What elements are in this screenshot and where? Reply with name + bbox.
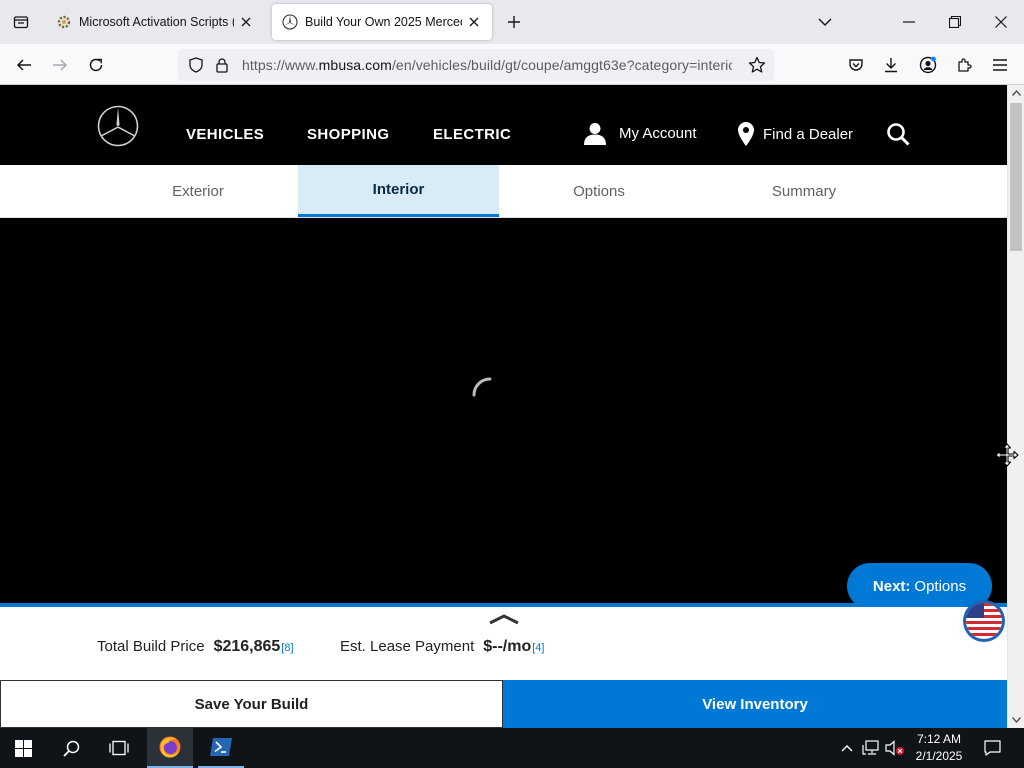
total-price-label: Total Build Price xyxy=(97,638,205,655)
user-icon xyxy=(584,123,606,145)
next-prefix: Next: xyxy=(872,577,911,595)
price-summary-bar: Total Build Price $216,865 [8] Est. Leas… xyxy=(0,603,1007,680)
lease-footnote[interactable]: [4] xyxy=(532,642,544,654)
back-arrow-icon[interactable] xyxy=(9,50,39,80)
clock-date: 2/1/2025 xyxy=(915,749,963,763)
tab-title: Build Your Own 2025 Mercedes-AMG GT xyxy=(305,15,462,29)
lease-value: $--/mo xyxy=(483,638,532,655)
close-window-icon[interactable] xyxy=(978,0,1024,44)
system-clock[interactable]: 7:12 AM 2/1/2025 xyxy=(906,731,972,765)
network-icon[interactable] xyxy=(860,728,882,768)
configurator-tabs: Exterior Interior Options Summary xyxy=(0,165,1007,218)
close-tab-icon[interactable] xyxy=(238,14,254,30)
firefox-taskbar-icon[interactable] xyxy=(147,728,193,768)
site-header: VEHICLES SHOPPING ELECTRIC My Account Fi… xyxy=(0,85,1007,165)
volume-muted-icon[interactable] xyxy=(883,728,907,768)
scroll-thumb[interactable] xyxy=(1010,103,1022,251)
gear-favicon-icon xyxy=(57,15,71,29)
search-icon[interactable] xyxy=(886,122,910,146)
mercedes-star-logo-icon[interactable] xyxy=(96,104,140,148)
find-dealer-label: Find a Dealer xyxy=(763,125,854,143)
mercedes-star-favicon-icon xyxy=(282,14,298,30)
browser-tab-strip: Microsoft Activation Scripts (MAS) Build… xyxy=(0,0,1024,44)
task-view-icon[interactable] xyxy=(96,728,142,768)
my-account-label: My Account xyxy=(619,124,697,142)
tray-overflow-chevron-icon[interactable] xyxy=(836,728,858,768)
windows-taskbar: 7:12 AM 2/1/2025 xyxy=(0,728,1024,768)
clock-time: 7:12 AM xyxy=(916,732,962,746)
chevron-down-icon[interactable] xyxy=(814,12,836,32)
new-tab-plus-icon[interactable] xyxy=(502,10,526,34)
minimize-icon[interactable] xyxy=(886,0,932,44)
us-flag-icon[interactable] xyxy=(962,599,1006,643)
total-build-price: Total Build Price $216,865 [8] xyxy=(97,638,294,656)
tab-exterior[interactable]: Exterior xyxy=(98,165,298,217)
search-icon[interactable] xyxy=(48,728,94,768)
address-bar[interactable]: https://www.mbusa.com/en/vehicles/build/… xyxy=(178,49,774,81)
loading-spinner-icon xyxy=(472,377,492,397)
find-dealer-link[interactable]: Find a Dealer xyxy=(738,122,853,146)
tab-summary[interactable]: Summary xyxy=(704,165,904,217)
view-inventory-button[interactable]: View Inventory xyxy=(503,680,1007,728)
restore-icon[interactable] xyxy=(932,0,978,44)
account-icon[interactable] xyxy=(913,50,943,80)
my-account-link[interactable]: My Account xyxy=(583,121,697,145)
location-pin-icon xyxy=(738,122,754,146)
reload-icon[interactable] xyxy=(81,50,111,80)
windows-start-icon[interactable] xyxy=(0,728,46,768)
move-cursor-icon xyxy=(995,443,1019,467)
url-text: https://www.mbusa.com/en/vehicles/build/… xyxy=(242,57,732,73)
total-price-value: $216,865 xyxy=(213,638,281,655)
notification-center-icon[interactable] xyxy=(979,728,1005,768)
powershell-taskbar-icon[interactable] xyxy=(198,728,244,768)
nav-electric[interactable]: ELECTRIC xyxy=(433,126,511,143)
nav-vehicles[interactable]: VEHICLES xyxy=(186,126,264,143)
tab-title: Microsoft Activation Scripts (MAS) xyxy=(79,15,234,29)
scroll-up-arrow-icon[interactable] xyxy=(1008,85,1024,101)
extensions-icon[interactable] xyxy=(949,50,979,80)
tab-interior[interactable]: Interior xyxy=(298,165,499,217)
lock-icon[interactable] xyxy=(214,57,230,73)
total-price-footnote[interactable]: [8] xyxy=(281,642,293,654)
tab-options[interactable]: Options xyxy=(499,165,699,217)
next-label: Options xyxy=(914,577,967,595)
save-build-button[interactable]: Save Your Build xyxy=(0,680,503,728)
lease-label: Est. Lease Payment xyxy=(340,638,475,655)
webpage: VEHICLES SHOPPING ELECTRIC My Account Fi… xyxy=(0,85,1007,728)
close-tab-icon[interactable] xyxy=(466,14,482,30)
nav-shopping[interactable]: SHOPPING xyxy=(307,126,389,143)
chevron-up-icon[interactable] xyxy=(488,613,520,625)
pocket-icon[interactable] xyxy=(841,50,871,80)
cta-row: Save Your Build View Inventory xyxy=(0,680,1007,728)
vehicle-viewer[interactable] xyxy=(0,218,1007,603)
bookmark-star-icon[interactable] xyxy=(748,56,766,74)
page-scrollbar[interactable] xyxy=(1007,85,1024,728)
tab-activation-scripts[interactable]: Microsoft Activation Scripts (MAS) xyxy=(46,4,264,40)
menu-icon[interactable] xyxy=(985,50,1015,80)
lease-payment: Est. Lease Payment $--/mo [4] xyxy=(340,638,544,656)
downloads-icon[interactable] xyxy=(876,50,906,80)
forward-arrow-icon[interactable] xyxy=(45,50,75,80)
browser-toolbar: https://www.mbusa.com/en/vehicles/build/… xyxy=(0,44,1024,85)
tracking-shield-icon[interactable] xyxy=(188,57,204,73)
scroll-down-arrow-icon[interactable] xyxy=(1008,712,1024,728)
tab-list-icon[interactable] xyxy=(0,0,42,44)
tab-build-mercedes[interactable]: Build Your Own 2025 Mercedes-AMG GT xyxy=(272,4,492,40)
